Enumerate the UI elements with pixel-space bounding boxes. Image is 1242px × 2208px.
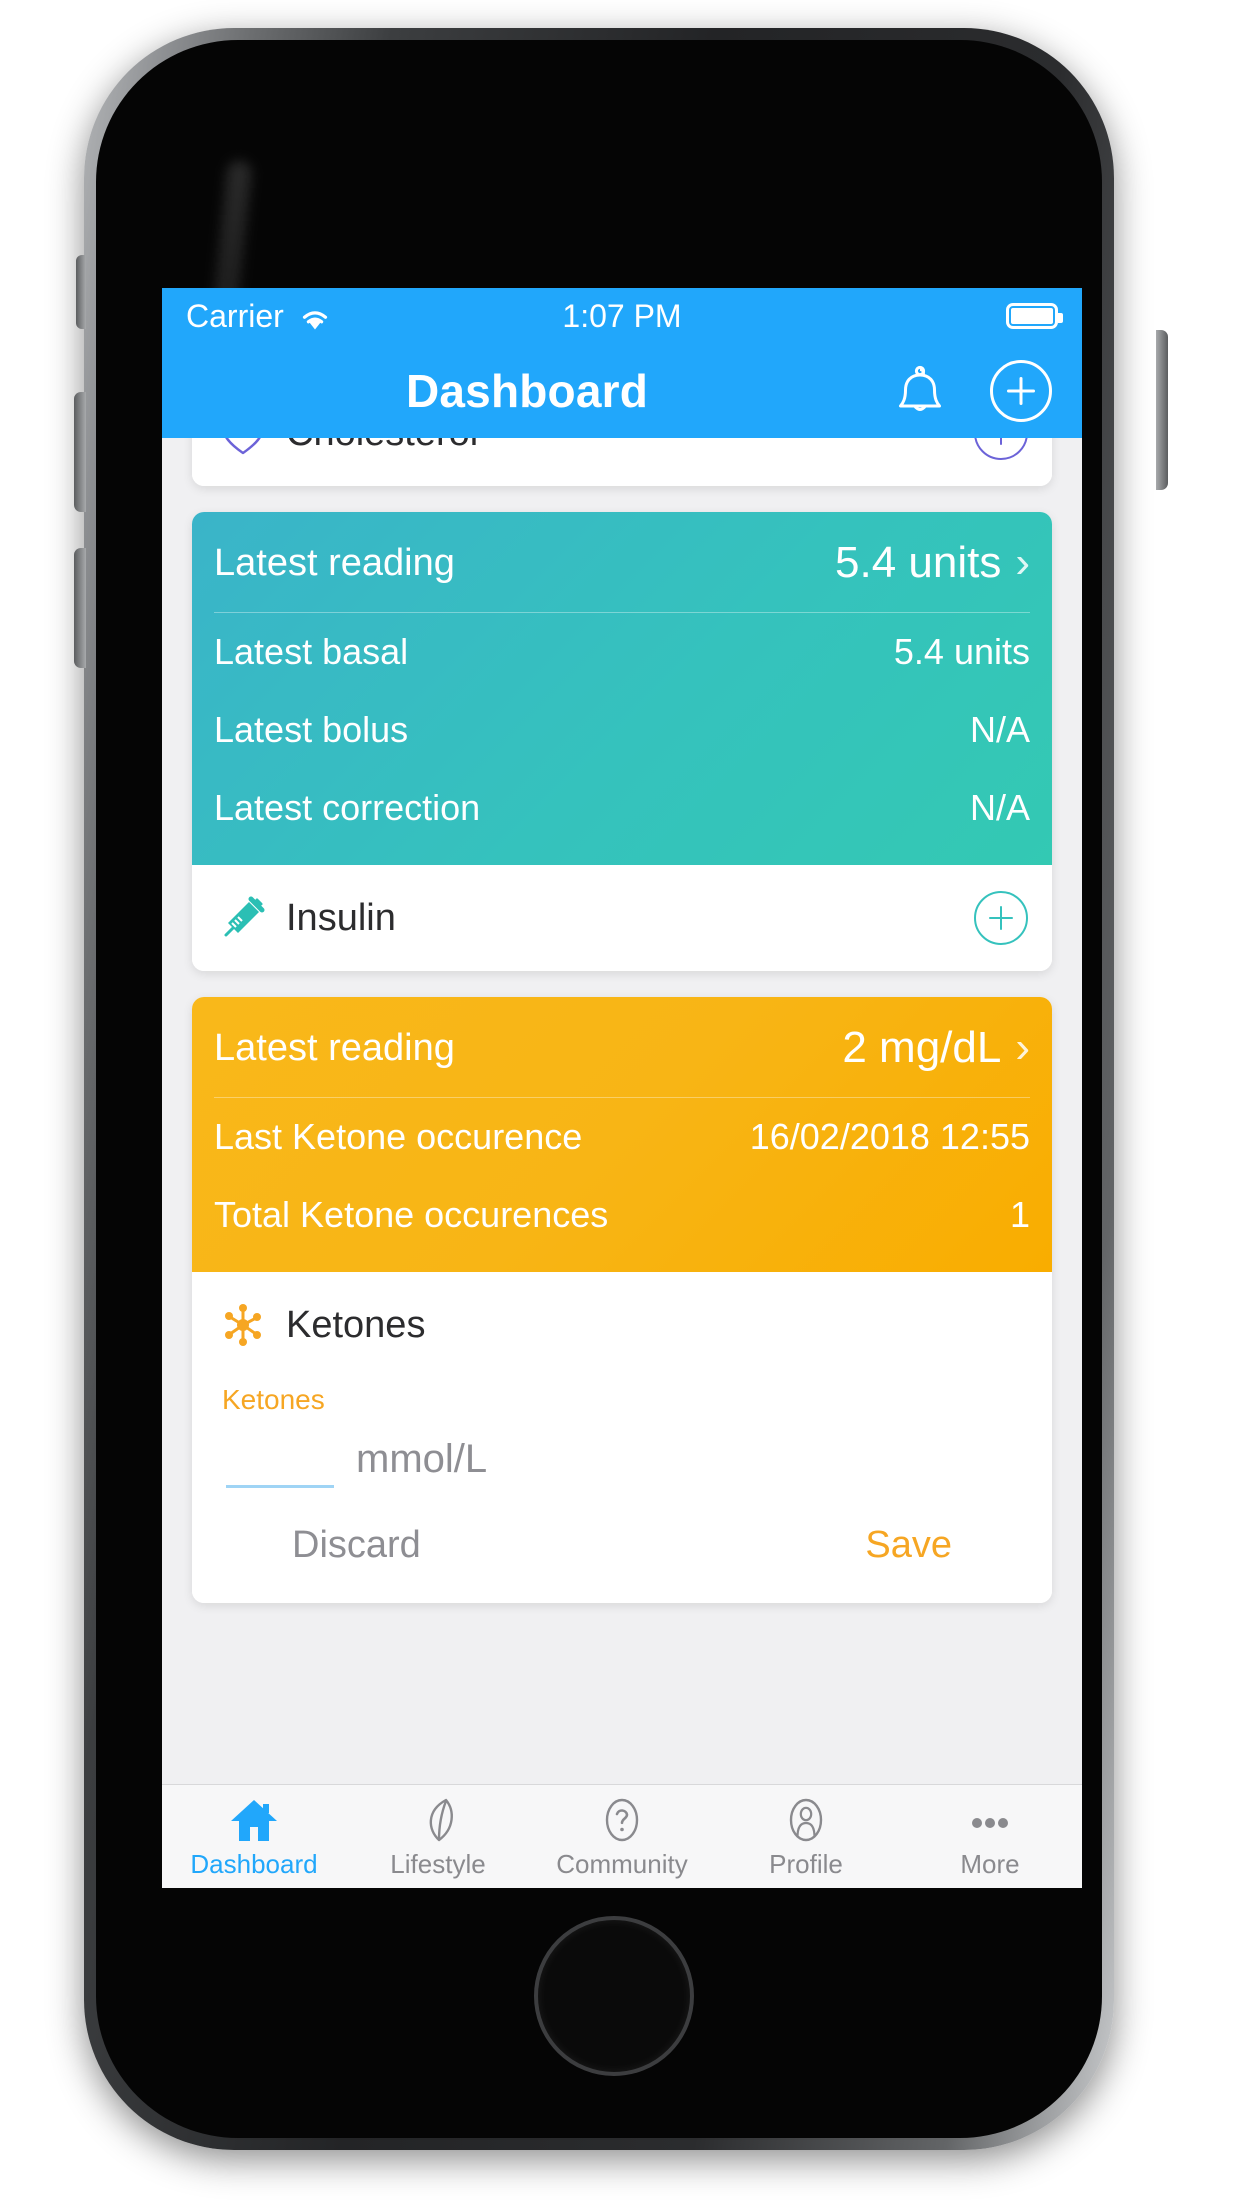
ketones-unit-label: mmol/L xyxy=(356,1437,488,1481)
discard-button[interactable]: Discard xyxy=(292,1524,421,1567)
ketones-summary[interactable]: Latest reading 2 mg/dL › Last Ketone occ… xyxy=(192,997,1052,1272)
insulin-latest-value: 5.4 units xyxy=(835,538,1002,587)
battery-full-icon xyxy=(1006,303,1063,329)
tab-label: Lifestyle xyxy=(390,1849,486,1879)
tab-label: Dashboard xyxy=(190,1849,318,1879)
row-value: 1 xyxy=(1009,1194,1030,1235)
ketones-card[interactable]: Latest reading 2 mg/dL › Last Ketone occ… xyxy=(192,997,1052,1603)
screenshot-root: Carrier 1:07 PM Dashboard Latest reading… xyxy=(0,0,1242,2208)
ketones-detail-row: Last Ketone occurence 16/02/2018 12:55 xyxy=(214,1098,1030,1176)
ketones-field-label: Ketones xyxy=(222,1384,325,1415)
row-value: N/A xyxy=(969,709,1030,750)
nav-actions xyxy=(894,360,1052,422)
phone-screen: Carrier 1:07 PM Dashboard Latest reading… xyxy=(162,288,1082,1888)
row-label: Latest correction xyxy=(214,787,481,828)
cholesterol-row[interactable]: Cholesterol xyxy=(192,438,1052,486)
plus-circle-icon xyxy=(974,438,1028,460)
heart-outline-icon xyxy=(216,438,270,460)
insulin-latest-right: 5.4 units › xyxy=(835,538,1030,588)
insulin-detail-row: Latest basal 5.4 units xyxy=(214,613,1030,691)
ketones-entry-form: Ketones mmol/L Discard Save xyxy=(192,1378,1052,1603)
carrier-label: Carrier xyxy=(186,297,284,334)
tab-lifestyle[interactable]: Lifestyle xyxy=(346,1793,530,1880)
tab-label: Community xyxy=(556,1849,688,1879)
tab-community[interactable]: Community xyxy=(530,1793,714,1880)
ketones-detail-row: Total Ketone occurences 1 xyxy=(214,1176,1030,1254)
insulin-summary[interactable]: Latest reading 5.4 units › Latest basal … xyxy=(192,512,1052,865)
row-label: Latest basal xyxy=(214,631,409,672)
ketones-form-actions: Discard Save xyxy=(222,1488,1022,1573)
chevron-right-icon: › xyxy=(1015,1023,1030,1072)
ketones-field-row: mmol/L xyxy=(222,1434,1022,1488)
status-bar-right xyxy=(1006,303,1063,329)
tab-profile[interactable]: Profile xyxy=(714,1793,898,1880)
mute-switch[interactable] xyxy=(76,255,86,329)
tab-more[interactable]: More xyxy=(898,1793,1082,1880)
tab-label: More xyxy=(960,1849,1020,1879)
ketones-latest-label: Latest reading xyxy=(214,1026,455,1069)
ketones-latest-reading-row[interactable]: Latest reading 2 mg/dL › xyxy=(214,997,1030,1098)
row-label: Last Ketone occurence xyxy=(214,1116,583,1157)
insulin-detail-row: Latest bolus N/A xyxy=(214,691,1030,769)
cholesterol-add-button[interactable] xyxy=(974,438,1028,460)
save-button[interactable]: Save xyxy=(865,1524,952,1567)
row-label: Latest bolus xyxy=(214,709,409,750)
dashboard-scroll-area[interactable]: Cholesterol Latest reading 5.4 units › xyxy=(162,438,1082,1784)
tab-bar: Dashboard Lifestyle Community Profile Mo… xyxy=(162,1784,1082,1888)
tab-label: Profile xyxy=(769,1849,843,1879)
insulin-label: Insulin xyxy=(286,896,396,939)
row-value: 16/02/2018 12:55 xyxy=(749,1116,1030,1157)
syringe-icon xyxy=(216,891,270,945)
ketones-value-input[interactable] xyxy=(226,1434,334,1488)
bell-icon[interactable] xyxy=(894,363,946,419)
insulin-latest-label: Latest reading xyxy=(214,541,455,584)
navigation-bar: Dashboard xyxy=(162,344,1082,438)
insulin-add-button[interactable] xyxy=(974,891,1028,945)
molecule-icon xyxy=(216,1298,270,1352)
cholesterol-label: Cholesterol xyxy=(286,438,478,455)
ketones-row[interactable]: Ketones xyxy=(192,1272,1052,1378)
leaf-icon xyxy=(413,1793,463,1843)
chevron-right-icon: › xyxy=(1015,538,1030,587)
ellipsis-icon xyxy=(965,1793,1015,1843)
person-icon xyxy=(781,1793,831,1843)
insulin-detail-row: Latest correction N/A xyxy=(214,769,1030,847)
ketones-latest-right: 2 mg/dL › xyxy=(842,1023,1030,1073)
status-bar-left: Carrier xyxy=(186,298,332,335)
volume-down-button[interactable] xyxy=(74,548,86,668)
wifi-icon xyxy=(298,303,332,330)
row-label: Total Ketone occurences xyxy=(214,1194,609,1235)
insulin-row[interactable]: Insulin xyxy=(192,865,1052,971)
home-button[interactable] xyxy=(534,1916,694,2076)
question-icon xyxy=(597,1793,647,1843)
row-value: N/A xyxy=(969,787,1030,828)
insulin-card[interactable]: Latest reading 5.4 units › Latest basal … xyxy=(192,512,1052,971)
insulin-latest-reading-row[interactable]: Latest reading 5.4 units › xyxy=(214,512,1030,613)
power-button[interactable] xyxy=(1156,330,1168,490)
plus-circle-icon xyxy=(974,891,1028,945)
status-bar: Carrier 1:07 PM xyxy=(162,288,1082,344)
tab-dashboard[interactable]: Dashboard xyxy=(162,1793,346,1880)
ketones-label: Ketones xyxy=(286,1303,426,1346)
plus-circle-icon[interactable] xyxy=(990,360,1052,422)
insulin-detail-rows: Latest basal 5.4 units Latest bolus N/A … xyxy=(214,613,1030,865)
cholesterol-card[interactable]: Cholesterol xyxy=(192,438,1052,486)
ketones-detail-rows: Last Ketone occurence 16/02/2018 12:55 T… xyxy=(214,1098,1030,1272)
row-value: 5.4 units xyxy=(893,631,1030,672)
volume-up-button[interactable] xyxy=(74,392,86,512)
ketones-latest-value: 2 mg/dL xyxy=(842,1023,1002,1072)
home-icon xyxy=(229,1793,279,1843)
